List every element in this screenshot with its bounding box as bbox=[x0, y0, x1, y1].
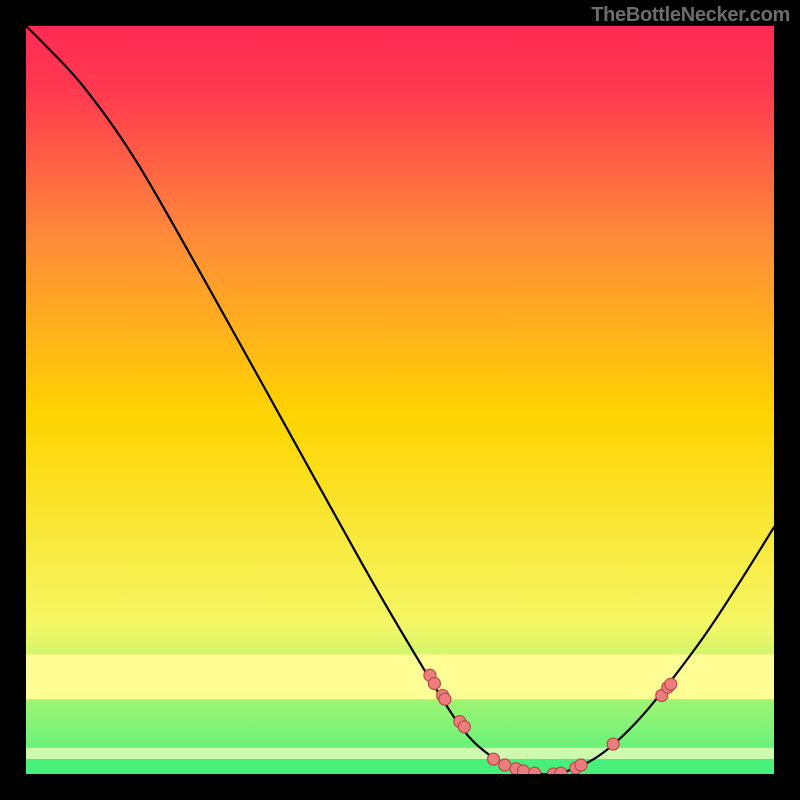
chart-frame: TheBottleNecker.com bbox=[0, 0, 800, 800]
chart-svg bbox=[26, 26, 774, 774]
plot-area bbox=[26, 26, 774, 774]
watermark-text: TheBottleNecker.com bbox=[591, 4, 790, 27]
